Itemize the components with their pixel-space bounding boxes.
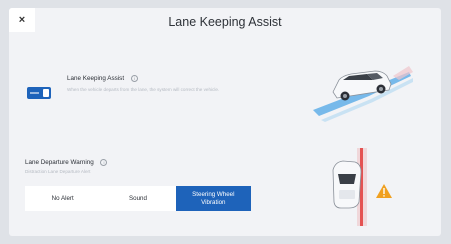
info-icon[interactable]: i: [130, 75, 138, 82]
toggle-knob: [43, 89, 49, 97]
warning-icon: [376, 184, 392, 198]
lane-keeping-assist-label: Lane Keeping Assist: [67, 75, 125, 83]
lane-departure-warning-label: Lane Departure Warning: [25, 159, 94, 167]
option-no-alert[interactable]: No Alert: [25, 186, 100, 211]
settings-panel: × Lane Keeping Assist Lane Keeping Assis…: [9, 8, 441, 236]
page-title: Lane Keeping Assist: [168, 15, 282, 29]
option-steering-wheel-vibration[interactable]: Steering Wheel Vibration: [175, 186, 251, 211]
header: × Lane Keeping Assist: [9, 8, 441, 36]
lane-keeping-assist-description: When the vehicle departs from the lane, …: [67, 87, 220, 92]
info-icon[interactable]: i: [100, 159, 108, 166]
lane-departure-warning-subtitle: Distraction Lane Departure Alert: [25, 169, 91, 174]
toggle-track-mark: [30, 92, 39, 94]
lane-keeping-illustration: [313, 66, 413, 122]
lane-departure-illustration: [332, 148, 392, 226]
lane-keeping-assist-title: Lane Keeping Assist i: [67, 75, 138, 82]
lane-departure-warning-title: Lane Departure Warning i: [25, 159, 108, 167]
lane-departure-alert-selector: No Alert Sound Steering Wheel Vibration: [25, 186, 251, 211]
car-icon: [332, 160, 362, 209]
option-sound[interactable]: Sound: [100, 186, 175, 211]
lane-keeping-assist-toggle[interactable]: [27, 87, 51, 99]
